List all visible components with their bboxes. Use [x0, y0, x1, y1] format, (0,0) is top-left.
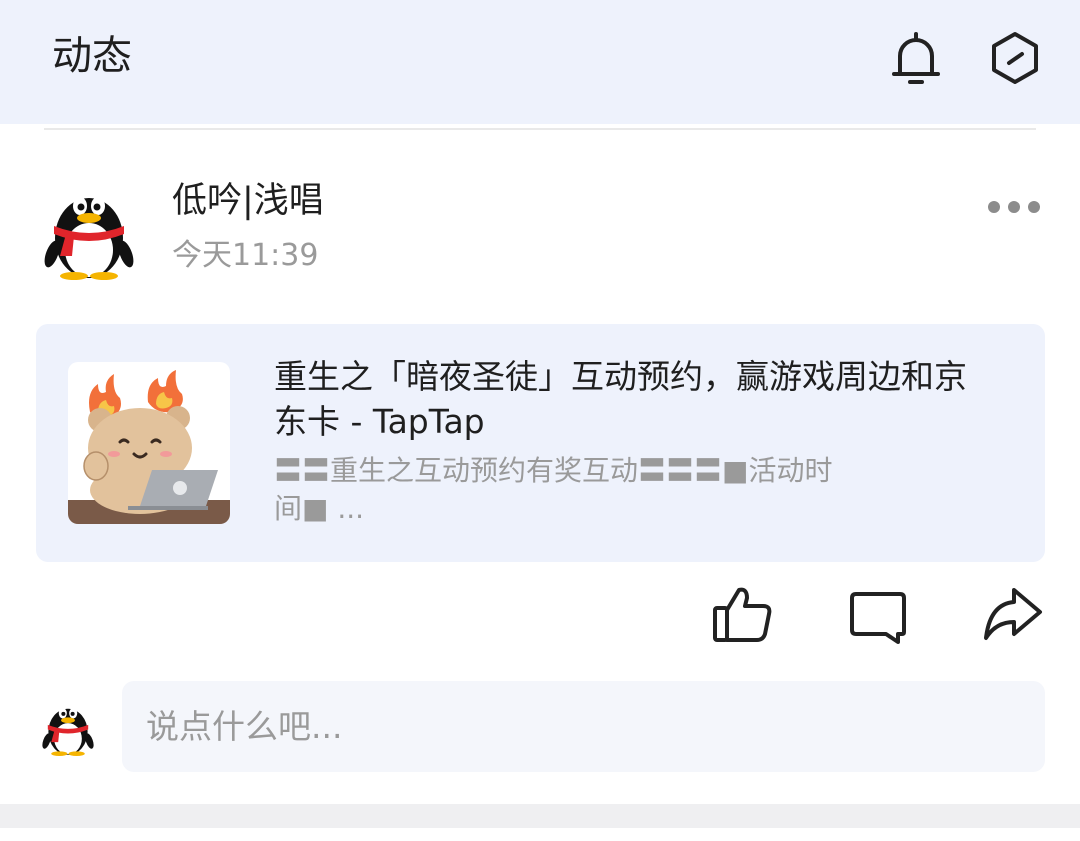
- shared-link-card[interactable]: 重生之「暗夜圣徒」互动预约，赢游戏周边和京东卡 - TapTap 〓〓重生之互动…: [36, 324, 1045, 562]
- hexagon-minus-icon[interactable]: [985, 28, 1045, 88]
- current-user-avatar: [42, 696, 94, 756]
- username[interactable]: 低吟|浅唱: [172, 178, 324, 224]
- section-separator: [0, 804, 1080, 828]
- share-arrow-icon[interactable]: [980, 584, 1044, 646]
- comment-bubble-icon[interactable]: [846, 584, 910, 646]
- divider: [44, 128, 1036, 130]
- bear-laptop-fire-sticker: [68, 362, 230, 524]
- page-title: 动态: [52, 33, 132, 79]
- post-time: 今天11:39: [172, 238, 319, 273]
- card-title: 重生之「暗夜圣徒」互动预约，赢游戏周边和京东卡 - TapTap: [274, 357, 967, 441]
- card-description: 〓〓重生之互动预约有奖互动〓〓〓■活动时间■ ...: [274, 454, 833, 525]
- comment-input[interactable]: 说点什么吧...: [122, 681, 1045, 772]
- more-horizontal-icon[interactable]: [980, 192, 1044, 222]
- next-item-edge: [0, 828, 1080, 841]
- user-avatar[interactable]: [44, 176, 134, 280]
- comment-placeholder: 说点什么吧...: [146, 707, 343, 746]
- top-bar: 动态: [0, 0, 1080, 124]
- thumbs-up-icon[interactable]: [711, 584, 775, 646]
- bell-icon[interactable]: [886, 28, 946, 88]
